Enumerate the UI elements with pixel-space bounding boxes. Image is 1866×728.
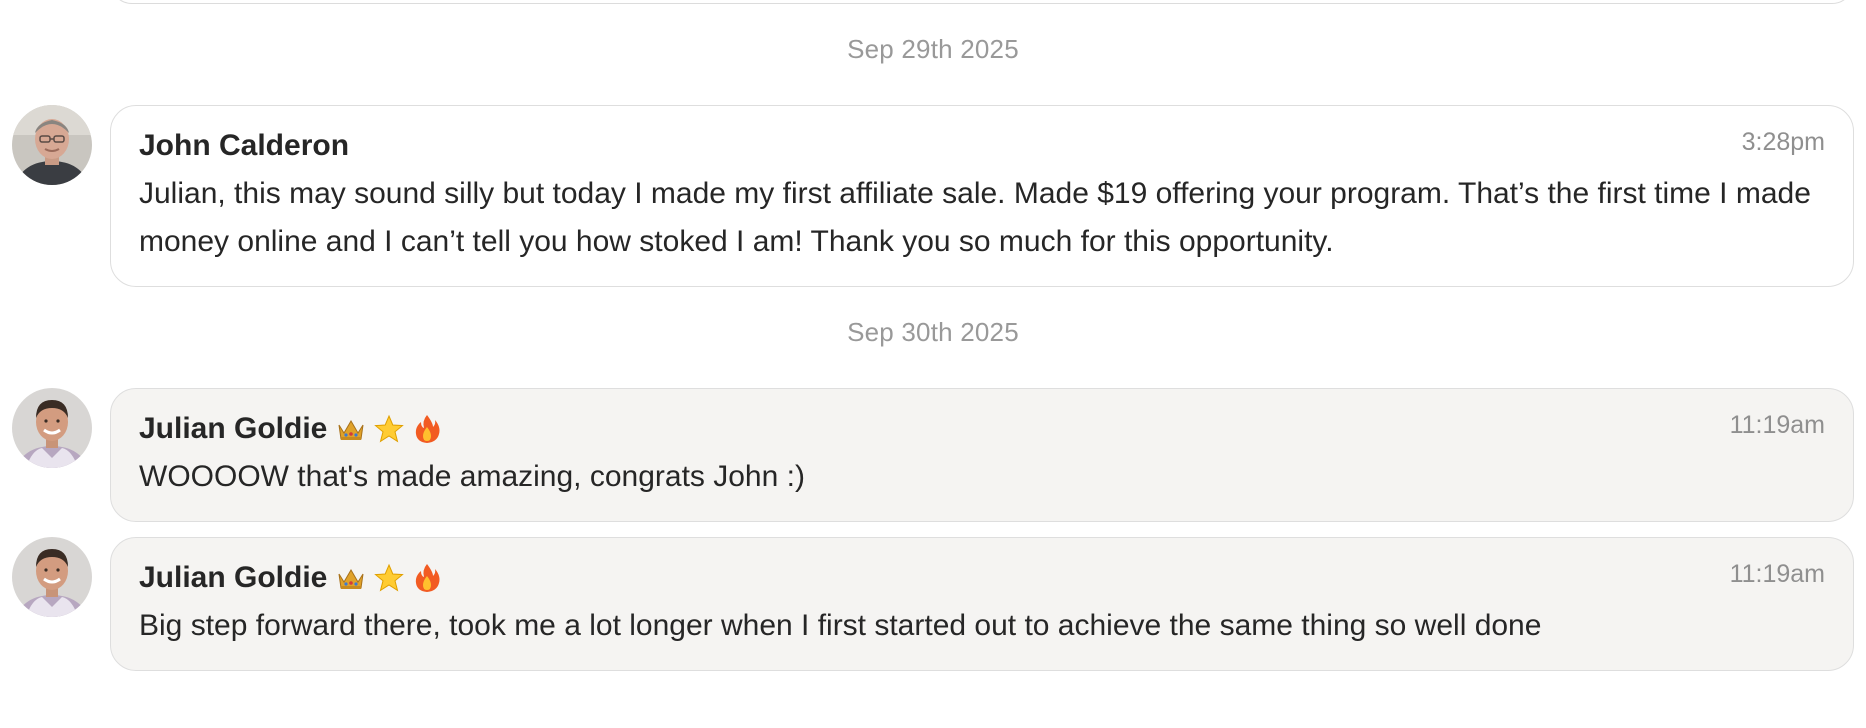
author-badges — [335, 413, 443, 445]
crown-icon — [338, 569, 364, 589]
star-icon — [374, 563, 405, 592]
message-bubble: Julian Goldie — [110, 388, 1854, 522]
crown-icon — [338, 420, 364, 440]
previous-message-card — [110, 0, 1854, 4]
message-time: 3:28pm — [1741, 128, 1825, 156]
message-bubble: John Calderon 3:28pm Julian, this may so… — [110, 105, 1854, 287]
date-separator: Sep 29th 2025 — [847, 34, 1019, 64]
avatar[interactable] — [12, 388, 92, 468]
message-bubble: Julian Goldie — [110, 537, 1854, 671]
message-time: 11:19am — [1729, 560, 1825, 588]
avatar[interactable] — [12, 105, 92, 185]
author-name[interactable]: Julian Goldie — [139, 412, 327, 446]
fire-icon — [416, 415, 440, 443]
message-feed: Sep 29th 2025 John Calderon 3:28pm Julia — [0, 0, 1866, 728]
message-text: Big step forward there, took me a lot lo… — [139, 609, 1542, 642]
star-icon — [374, 414, 405, 443]
author-name[interactable]: Julian Goldie — [139, 561, 327, 595]
author-name[interactable]: John Calderon — [139, 129, 349, 163]
message-text: Julian, this may sound silly but today I… — [139, 177, 1820, 258]
date-separator: Sep 30th 2025 — [847, 317, 1019, 347]
avatar[interactable] — [12, 537, 92, 617]
message-time: 11:19am — [1729, 411, 1825, 439]
author-badges — [335, 562, 443, 594]
message-text: WOOOOW that's made amazing, congrats Joh… — [139, 460, 805, 493]
fire-icon — [416, 564, 440, 592]
